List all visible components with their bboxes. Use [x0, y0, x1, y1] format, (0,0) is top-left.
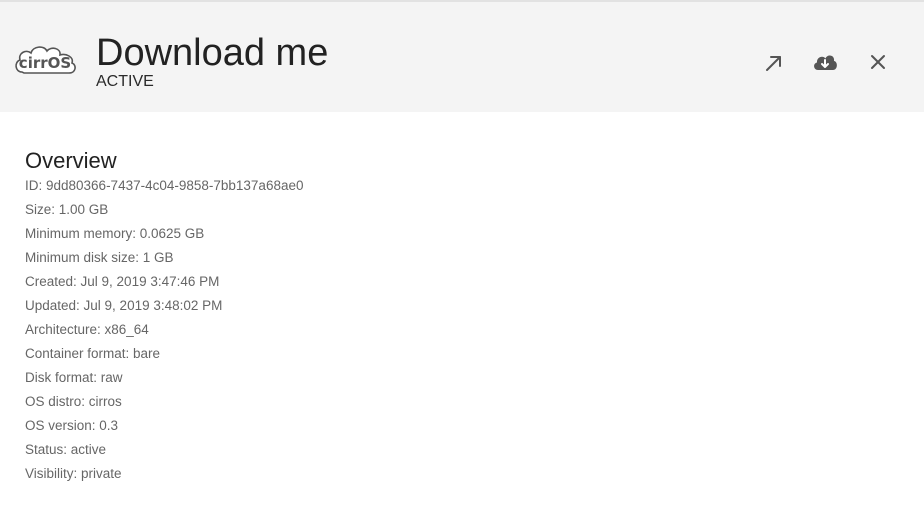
image-detail-panel: cirrOS Download me ACTIVE Overview ID: 9…: [0, 0, 924, 525]
panel-header: cirrOS Download me ACTIVE: [0, 2, 924, 112]
property-size: Size: 1.00 GB: [25, 202, 109, 217]
property-updated: Updated: Jul 9, 2019 3:48:02 PM: [25, 298, 223, 313]
property-disk-format: Disk format: raw: [25, 370, 123, 385]
status-label: ACTIVE: [96, 73, 154, 90]
cloud-download-icon: [814, 55, 837, 70]
property-list: ID: 9dd80366-7437-4c04-9858-7bb137a68ae0…: [25, 174, 303, 486]
page-title: Download me: [96, 32, 329, 74]
property-container-format: Container format: bare: [25, 346, 161, 361]
property-os-version: OS version: 0.3: [25, 418, 119, 433]
property-architecture: Architecture: x86_64: [25, 322, 149, 337]
property-status: Status: active: [25, 442, 107, 457]
overview-title: Overview: [25, 148, 117, 173]
cirros-logo-icon: cirrOS: [15, 46, 76, 74]
property-created: Created: Jul 9, 2019 3:47:46 PM: [25, 274, 220, 289]
close-button[interactable]: [863, 47, 893, 77]
property-visibility: Visibility: private: [25, 466, 122, 481]
arrow-up-right-icon: [766, 56, 781, 71]
open-in-new-window-button[interactable]: [759, 48, 789, 78]
overview-section: Overview ID: 9dd80366-7437-4c04-9858-7bb…: [25, 148, 303, 486]
property-id: ID: 9dd80366-7437-4c04-9858-7bb137a68ae0: [25, 178, 304, 193]
property-min-disk: Minimum disk size: 1 GB: [25, 250, 174, 265]
property-os-distro: OS distro: cirros: [25, 394, 122, 409]
os-logo: cirrOS: [14, 42, 78, 82]
close-icon: [871, 55, 885, 69]
download-button[interactable]: [810, 47, 840, 77]
property-min-memory: Minimum memory: 0.0625 GB: [25, 226, 205, 241]
logo-text: cirrOS: [19, 54, 71, 72]
